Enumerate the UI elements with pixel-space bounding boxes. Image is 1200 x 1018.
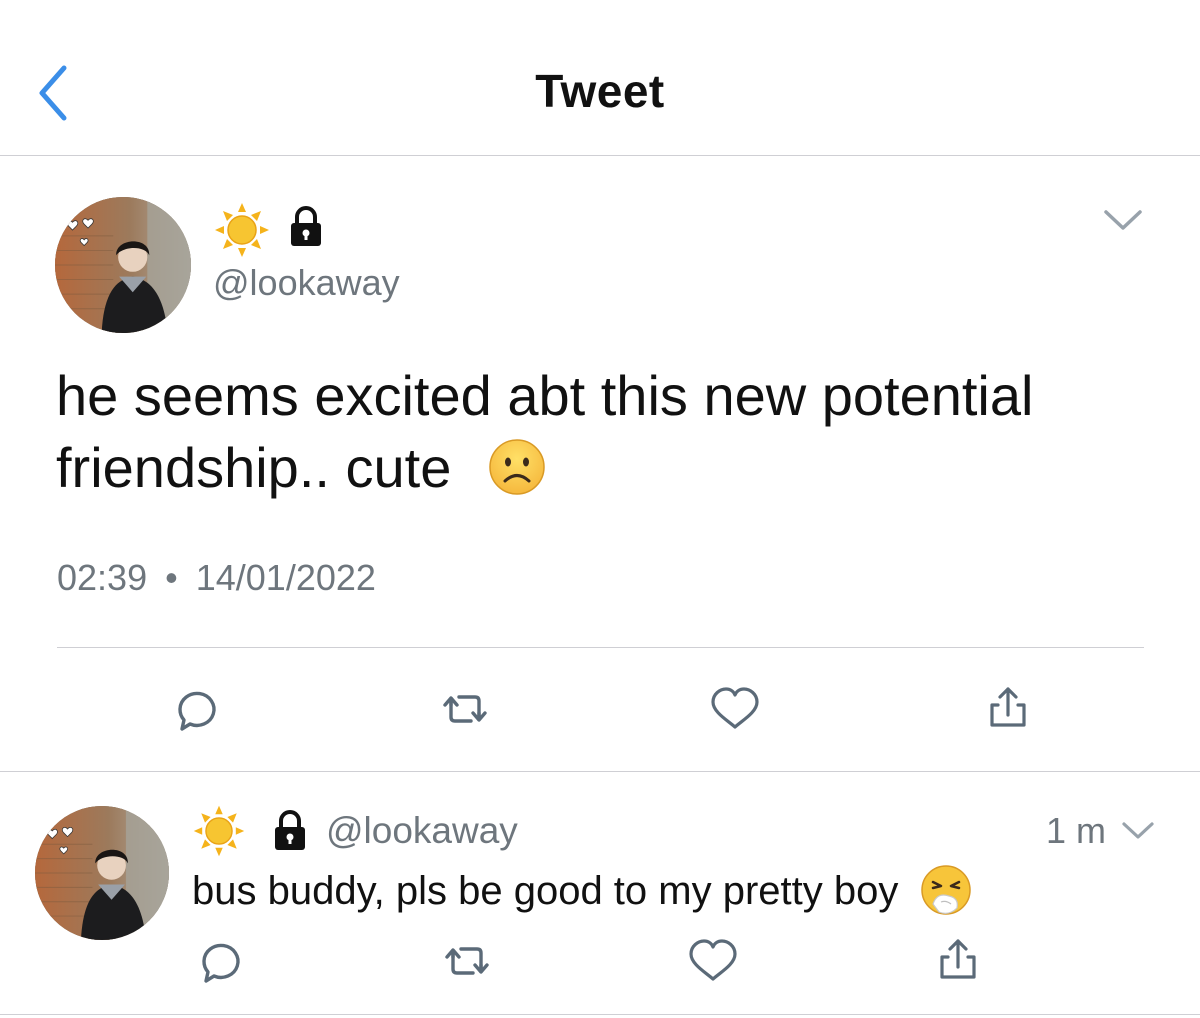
like-button[interactable] <box>707 684 763 734</box>
reply-avatar[interactable] <box>35 806 169 940</box>
reply-handle[interactable]: @lookaway <box>326 810 518 852</box>
reply-text-content: bus buddy, pls be good to my pretty boy <box>192 869 899 913</box>
reply-more-button[interactable] <box>1116 812 1160 848</box>
tweet-text: he seems excited abt this new potential … <box>56 360 1156 504</box>
lock-icon <box>273 810 307 852</box>
reply-button[interactable] <box>168 684 224 734</box>
tweet-divider <box>57 647 1144 648</box>
tweet-date: 14/01/2022 <box>195 557 376 598</box>
share-icon <box>990 687 1026 727</box>
share-icon <box>940 939 976 979</box>
avatar[interactable] <box>55 197 191 333</box>
avatar-image <box>55 197 191 333</box>
retweet-icon <box>443 695 487 723</box>
retweet-button[interactable] <box>437 684 493 734</box>
heart-icon <box>689 939 737 981</box>
tweet-timestamp: 02:39 • 14/01/2022 <box>57 557 376 599</box>
section-divider <box>0 771 1200 772</box>
timestamp-separator: • <box>165 557 178 598</box>
avatar-image <box>35 806 169 940</box>
reply-text: bus buddy, pls be good to my pretty boy <box>192 864 973 918</box>
reply-icon <box>202 943 240 983</box>
reply-retweet-button[interactable] <box>439 936 495 986</box>
sun-icon <box>193 805 245 857</box>
frowning-face-icon <box>487 437 547 497</box>
tweet-time: 02:39 <box>57 557 148 598</box>
reply-reply-button[interactable] <box>192 936 248 986</box>
more-options-button[interactable] <box>1098 200 1148 240</box>
page-title: Tweet <box>535 65 665 117</box>
chevron-down-icon <box>1122 822 1154 839</box>
sneezing-face-icon <box>919 864 973 918</box>
bottom-divider <box>0 1014 1200 1015</box>
tweet-text-line: he seems excited abt this new potential <box>56 364 1034 427</box>
header-divider <box>0 155 1200 156</box>
sun-icon <box>214 202 270 258</box>
share-button[interactable] <box>980 684 1036 734</box>
reply-like-button[interactable] <box>685 936 741 986</box>
heart-icon <box>711 687 759 729</box>
reply-time: 1 m <box>1046 810 1107 851</box>
tweet-handle[interactable]: @lookaway <box>213 262 400 304</box>
reply-share-button[interactable] <box>930 936 986 986</box>
retweet-icon <box>445 947 489 975</box>
lock-icon <box>289 206 323 248</box>
chevron-down-icon <box>1104 210 1142 230</box>
tweet-text-line: friendship.. cute <box>56 436 452 499</box>
reply-icon <box>178 691 216 731</box>
